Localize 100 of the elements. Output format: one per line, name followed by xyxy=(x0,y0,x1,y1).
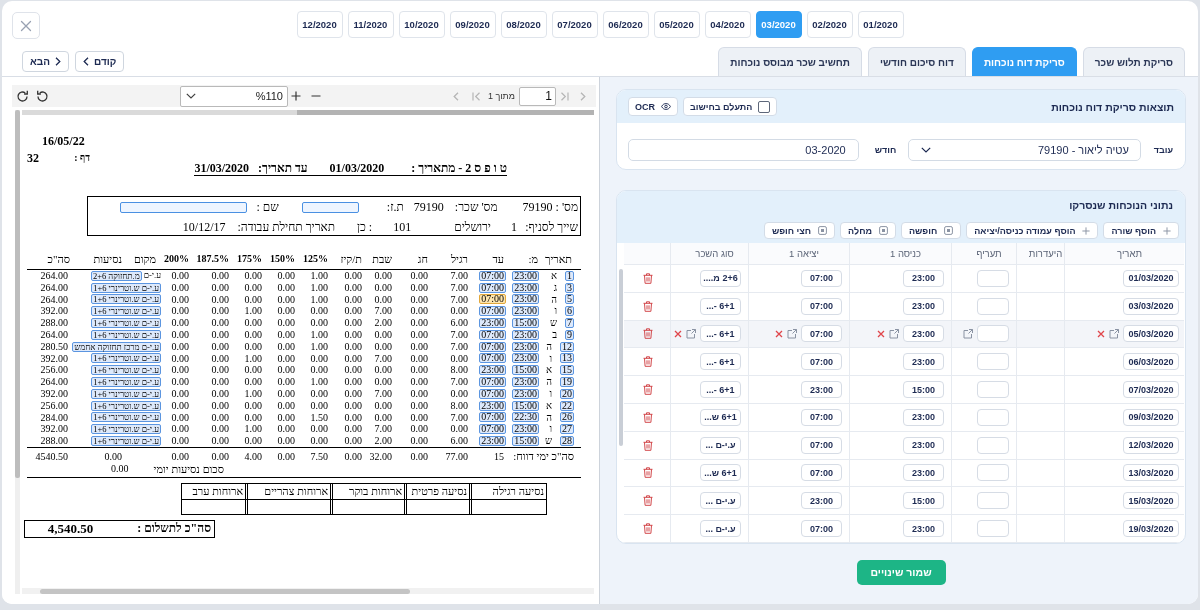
entry-time-field[interactable]: 15:00 xyxy=(903,381,944,399)
month-button[interactable]: 01/2020 xyxy=(857,11,904,38)
entry-time-field[interactable]: 23:00 xyxy=(903,436,944,454)
pay-type-field[interactable]: 6+1 -... xyxy=(700,381,741,399)
toolbar-button[interactable]: הוסף שורה xyxy=(1103,222,1179,239)
previous-button[interactable]: קודם xyxy=(75,50,125,72)
checkbox-button[interactable]: התעלם בחישוב xyxy=(683,97,778,116)
trash-icon[interactable] xyxy=(643,495,653,507)
date-field[interactable]: 15/03/2020 xyxy=(1123,492,1179,510)
tab[interactable]: סריקת תלוש שכר xyxy=(1082,47,1185,76)
trash-icon[interactable] xyxy=(643,384,653,396)
month-button[interactable]: 06/2020 xyxy=(602,11,649,38)
entry-time-field[interactable]: 23:00 xyxy=(903,408,944,426)
tariff-field[interactable] xyxy=(977,408,1009,426)
first-page-icon[interactable] xyxy=(471,91,481,101)
month-button[interactable]: 11/2020 xyxy=(347,11,394,38)
tariff-field[interactable] xyxy=(977,464,1009,482)
toolbar-button[interactable]: הוסף עמודה כניסה/יציאה xyxy=(966,222,1099,239)
checkbox[interactable] xyxy=(758,100,771,113)
pay-type-field[interactable]: ע.י-ם ... xyxy=(700,492,741,510)
tariff-field[interactable] xyxy=(977,297,1009,315)
square-arrow-icon[interactable] xyxy=(1109,329,1119,339)
date-field[interactable]: 01/03/2020 xyxy=(1123,269,1179,287)
tab[interactable]: דוח סיכום חודשי xyxy=(868,47,966,76)
employee-select[interactable]: עטיה ליאור - 79190 xyxy=(908,139,1141,161)
chevron-left-icon[interactable] xyxy=(452,91,459,101)
exit-time-field[interactable]: 07:00 xyxy=(801,353,842,371)
trash-icon[interactable] xyxy=(643,356,653,368)
ocr-button[interactable]: OCR xyxy=(628,97,678,116)
trash-icon[interactable] xyxy=(643,439,653,451)
month-button[interactable]: 12/2020 xyxy=(296,11,343,38)
page-field[interactable]: 1 xyxy=(519,86,556,106)
month-button[interactable]: 10/2020 xyxy=(398,11,445,38)
exit-time-field[interactable]: 07:00 xyxy=(801,297,842,315)
square-arrow-icon[interactable] xyxy=(889,329,899,339)
square-arrow-icon[interactable] xyxy=(787,329,797,339)
pay-type-field[interactable]: 6+1 ש... xyxy=(700,408,741,426)
x-mark-icon[interactable] xyxy=(775,330,783,338)
zoom-select[interactable]: %110 xyxy=(180,85,288,107)
plus-icon[interactable] xyxy=(291,91,301,101)
exit-time-field[interactable]: 07:00 xyxy=(801,408,842,426)
tariff-field[interactable] xyxy=(977,269,1009,287)
trash-icon[interactable] xyxy=(643,467,653,479)
chevron-right-icon[interactable] xyxy=(580,91,586,101)
date-field[interactable]: 05/03/2020 xyxy=(1123,325,1179,343)
month-field[interactable]: 03-2020 xyxy=(628,139,859,161)
toolbar-button[interactable]: חצי חופש xyxy=(763,222,836,239)
entry-time-field[interactable]: 23:00 xyxy=(903,353,944,371)
trash-icon[interactable] xyxy=(643,272,653,284)
date-field[interactable]: 03/03/2020 xyxy=(1123,297,1179,315)
entry-time-field[interactable]: 23:00 xyxy=(903,464,944,482)
entry-time-field[interactable]: 15:00 xyxy=(903,492,944,510)
x-mark-icon[interactable] xyxy=(1097,330,1105,338)
trash-icon[interactable] xyxy=(643,523,653,535)
x-mark-icon[interactable] xyxy=(674,330,682,338)
month-button[interactable]: 09/2020 xyxy=(449,11,496,38)
trash-icon[interactable] xyxy=(643,411,653,423)
entry-time-field[interactable]: 23:00 xyxy=(903,269,944,287)
pay-type-field[interactable]: 6+1 -... xyxy=(700,325,741,343)
date-field[interactable]: 12/03/2020 xyxy=(1123,436,1179,454)
tariff-field[interactable] xyxy=(977,381,1009,399)
pay-type-field[interactable]: ע.י-ם ... xyxy=(700,520,741,538)
tariff-field[interactable] xyxy=(977,492,1009,510)
month-button[interactable]: 08/2020 xyxy=(500,11,547,38)
toolbar-button[interactable]: חופשה xyxy=(901,222,962,239)
date-field[interactable]: 07/03/2020 xyxy=(1123,381,1179,399)
month-button[interactable]: 04/2020 xyxy=(704,11,751,38)
pay-type-field[interactable]: ע.י-ם ... xyxy=(700,436,741,454)
month-button[interactable]: 07/2020 xyxy=(551,11,598,38)
toolbar-button[interactable]: מחלה xyxy=(840,222,896,239)
tariff-field[interactable] xyxy=(977,436,1009,454)
vertical-scrollbar[interactable] xyxy=(15,110,20,594)
tab[interactable]: תחשיב שכר מבוסס נוכחות xyxy=(718,47,863,76)
exit-time-field[interactable]: 07:00 xyxy=(801,520,842,538)
pay-type-field[interactable]: 2+6 מ.... xyxy=(700,269,741,287)
month-button[interactable]: 02/2020 xyxy=(806,11,853,38)
trash-icon[interactable] xyxy=(643,328,653,340)
scrollbar[interactable] xyxy=(618,269,623,446)
entry-time-field[interactable]: 23:00 xyxy=(903,297,944,315)
pay-type-field[interactable]: 6+1 ש... xyxy=(700,464,741,482)
rotate-clockwise-icon[interactable] xyxy=(16,89,29,103)
date-field[interactable]: 09/03/2020 xyxy=(1123,408,1179,426)
month-button[interactable]: 05/2020 xyxy=(653,11,700,38)
exit-time-field[interactable]: 07:00 xyxy=(801,269,842,287)
exit-time-field[interactable]: 23:00 xyxy=(801,381,842,399)
date-field[interactable]: 06/03/2020 xyxy=(1123,353,1179,371)
exit-time-field[interactable]: 07:00 xyxy=(801,436,842,454)
horizontal-scrollbar[interactable] xyxy=(22,588,594,594)
square-arrow-icon[interactable] xyxy=(963,329,973,339)
next-button[interactable]: הבא xyxy=(22,50,69,72)
rotate-counterclockwise-icon[interactable] xyxy=(36,89,49,103)
pay-type-field[interactable]: 6+1 -... xyxy=(700,353,741,371)
pay-type-field[interactable]: 6+1 -... xyxy=(700,297,741,315)
exit-time-field[interactable]: 23:00 xyxy=(801,492,842,510)
trash-icon[interactable] xyxy=(643,300,653,312)
tariff-field[interactable] xyxy=(977,325,1009,343)
exit-time-field[interactable]: 07:00 xyxy=(801,464,842,482)
minus-icon[interactable] xyxy=(311,95,321,97)
tariff-field[interactable] xyxy=(977,520,1009,538)
x-mark-icon[interactable] xyxy=(877,330,885,338)
